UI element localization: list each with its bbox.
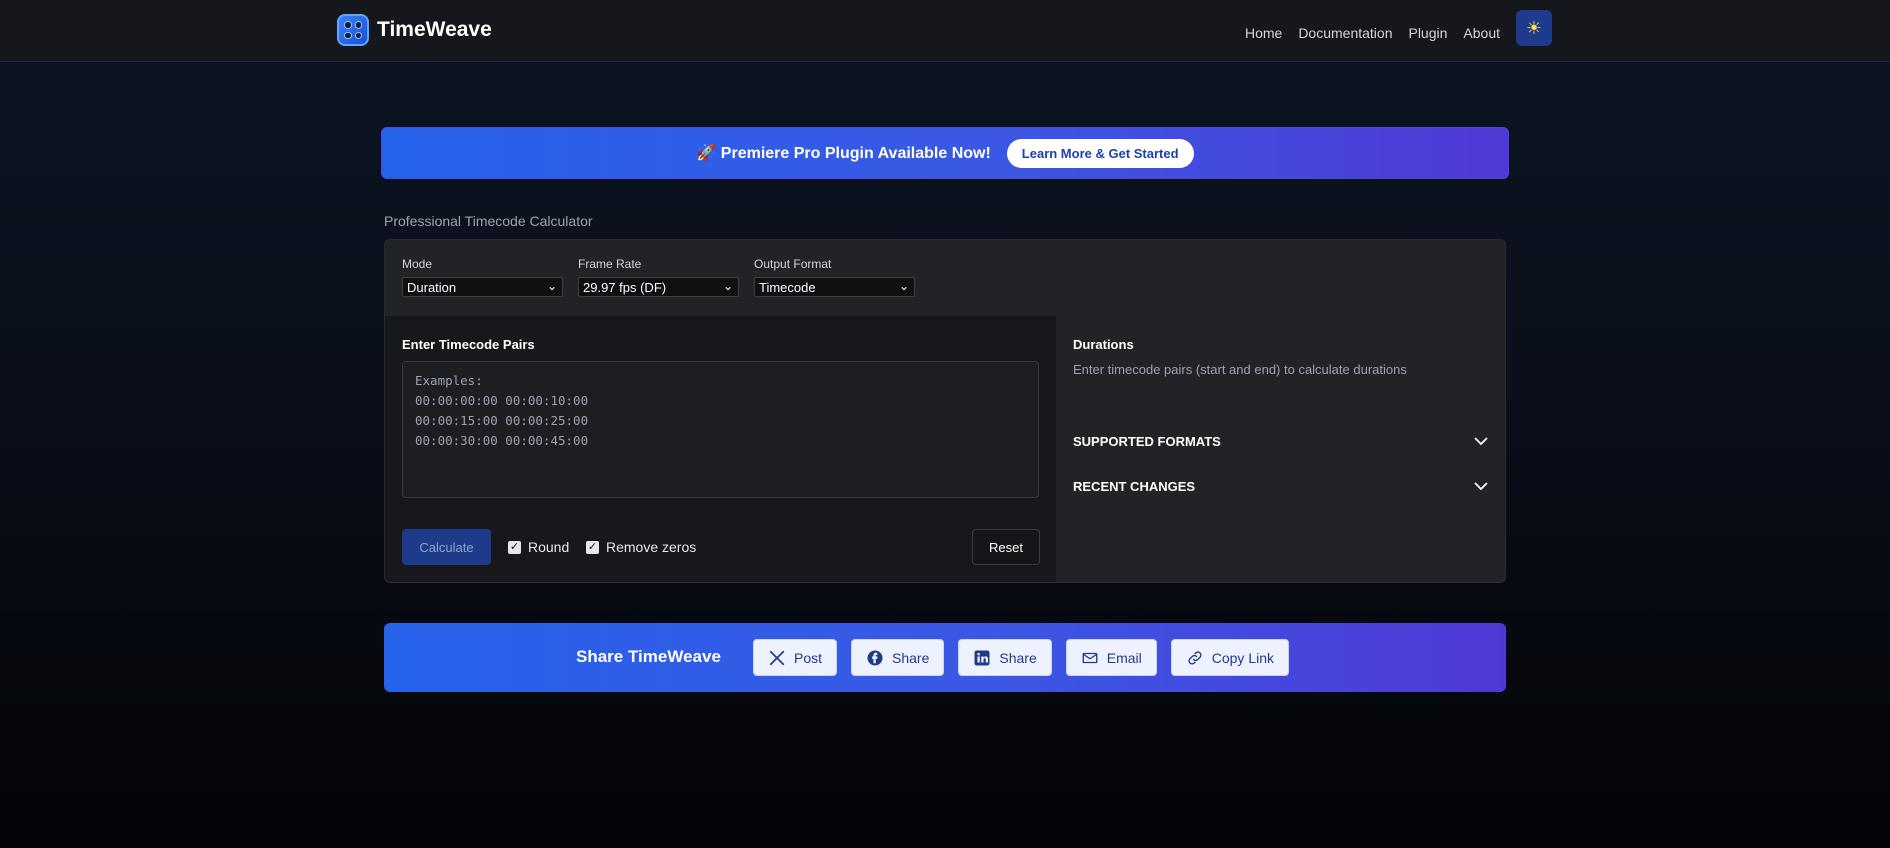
mode-control: Mode Duration ⌄ <box>402 257 563 297</box>
chevron-down-icon <box>1474 478 1488 494</box>
frame-rate-control: Frame Rate 29.97 fps (DF) ⌄ <box>578 257 739 297</box>
linkedin-icon <box>974 650 990 665</box>
results-title: Durations <box>1073 337 1134 352</box>
nav-plugin[interactable]: Plugin <box>1408 25 1447 41</box>
brand-name: TimeWeave <box>377 18 492 41</box>
results-hint: Enter timecode pairs (start and end) to … <box>1073 362 1407 377</box>
link-icon <box>1188 650 1202 665</box>
promo-text: 🚀 Premiere Pro Plugin Available Now! <box>696 145 991 162</box>
timecode-pairs-textarea[interactable]: Examples: 00:00:00:00 00:00:10:00 00:00:… <box>402 361 1039 498</box>
accordion-label: SUPPORTED FORMATS <box>1073 433 1221 449</box>
share-buttons: Post Share Share Email Copy Link <box>753 639 1290 676</box>
share-label: Copy Link <box>1211 649 1275 666</box>
checkmark-icon: ✓ <box>586 540 599 554</box>
remove-zeros-label: Remove zeros <box>606 539 697 555</box>
checkmark-icon: ✓ <box>508 540 521 554</box>
share-linkedin-button[interactable]: Share <box>958 639 1052 676</box>
share-x-button[interactable]: Post <box>753 639 838 676</box>
nav-documentation[interactable]: Documentation <box>1298 25 1392 41</box>
share-email-button[interactable]: Email <box>1065 639 1157 676</box>
facebook-icon <box>867 650 883 665</box>
sun-icon: ☀ <box>1525 17 1543 38</box>
frame-rate-label: Frame Rate <box>578 257 642 271</box>
input-title: Enter Timecode Pairs <box>402 337 535 352</box>
theme-toggle-button[interactable]: ☀ <box>1516 10 1552 46</box>
accordion-label: RECENT CHANGES <box>1073 478 1196 494</box>
calculate-button[interactable]: Calculate <box>402 529 491 565</box>
x-icon <box>769 650 785 665</box>
share-label: Share <box>999 649 1037 666</box>
calculator-controls: Mode Duration ⌄ Frame Rate 29.97 fps (DF… <box>402 257 915 297</box>
share-title: Share TimeWeave <box>576 647 721 666</box>
mode-select[interactable]: Duration ⌄ <box>402 277 563 297</box>
share-bar: Share TimeWeave Post Share Share Email C… <box>384 623 1506 692</box>
accordion-recent-changes[interactable]: RECENT CHANGES <box>1073 478 1488 494</box>
input-pane: Enter Timecode Pairs Examples: 00:00:00:… <box>385 316 1056 582</box>
chevron-down-icon: ⌄ <box>546 279 557 293</box>
plugin-promo-banner: 🚀 Premiere Pro Plugin Available Now! Lea… <box>381 127 1509 179</box>
round-label: Round <box>528 539 570 555</box>
output-format-select[interactable]: Timecode ⌄ <box>754 277 915 297</box>
calculator-card: Mode Duration ⌄ Frame Rate 29.97 fps (DF… <box>384 239 1506 583</box>
chevron-down-icon <box>1474 433 1488 449</box>
brand[interactable]: TimeWeave <box>337 14 492 46</box>
timeweave-logo-icon <box>337 14 369 46</box>
chevron-down-icon: ⌄ <box>722 279 733 293</box>
output-format-value: Timecode <box>759 280 816 295</box>
results-pane: Durations Enter timecode pairs (start an… <box>1056 316 1505 582</box>
share-label: Post <box>794 649 823 666</box>
mode-value: Duration <box>407 280 457 295</box>
reset-button[interactable]: Reset <box>972 529 1040 565</box>
share-label: Share <box>892 649 930 666</box>
remove-zeros-checkbox[interactable]: ✓ Remove zeros <box>586 539 696 555</box>
share-label: Email <box>1106 649 1142 666</box>
share-facebook-button[interactable]: Share <box>851 639 945 676</box>
mode-label: Mode <box>402 257 433 271</box>
email-icon <box>1082 652 1098 663</box>
top-navbar: TimeWeave Home Documentation Plugin Abou… <box>0 0 1890 62</box>
learn-more-button[interactable]: Learn More & Get Started <box>1006 138 1194 168</box>
frame-rate-value: 29.97 fps (DF) <box>583 280 667 295</box>
nav-about[interactable]: About <box>1463 25 1500 41</box>
accordion-supported-formats[interactable]: SUPPORTED FORMATS <box>1073 433 1488 449</box>
page-subtitle: Professional Timecode Calculator <box>384 213 593 229</box>
output-format-label: Output Format <box>754 257 832 271</box>
nav-home[interactable]: Home <box>1245 25 1282 41</box>
output-format-control: Output Format Timecode ⌄ <box>754 257 915 297</box>
round-checkbox[interactable]: ✓ Round <box>508 539 569 555</box>
main-nav: Home Documentation Plugin About ☀ <box>1245 10 1552 46</box>
copy-link-button[interactable]: Copy Link <box>1170 639 1290 676</box>
chevron-down-icon: ⌄ <box>898 279 909 293</box>
frame-rate-select[interactable]: 29.97 fps (DF) ⌄ <box>578 277 739 297</box>
